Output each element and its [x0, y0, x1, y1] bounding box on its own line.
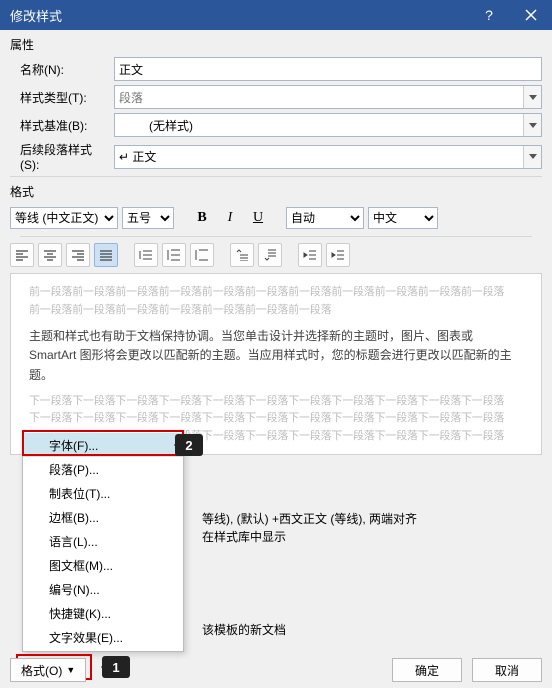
space-before-inc-icon — [235, 249, 249, 261]
help-button[interactable]: ? — [468, 0, 510, 30]
spacing-2-icon — [195, 249, 209, 261]
dialog-footer: 格式(O) ▼ 确定 取消 — [0, 658, 552, 682]
preview-panel: 前一段落前一段落前一段落前一段落前一段落前一段落前一段落前一段落前一段落前一段落… — [10, 273, 542, 455]
spacing-1-icon — [139, 249, 153, 261]
properties-legend: 属性 — [10, 36, 542, 53]
name-label: 名称(N): — [10, 61, 110, 78]
preview-prev-2: 前一段落前一段落前一段落前一段落前一段落前一段落前一段落 — [29, 302, 531, 320]
underline-icon: U — [253, 210, 263, 226]
next-style-value: ↵ 正文 — [115, 146, 523, 168]
line-spacing-15-button[interactable] — [162, 243, 186, 267]
align-left-button[interactable] — [10, 243, 34, 267]
properties-group: 属性 名称(N): 样式类型(T): 段落 样式基准(B): (无样式) 后续段… — [10, 36, 542, 172]
align-right-button[interactable] — [66, 243, 90, 267]
para-toolbar — [10, 243, 542, 267]
align-right-icon — [71, 249, 85, 261]
chevron-down-icon — [523, 114, 541, 136]
indent-dec-icon — [303, 249, 317, 261]
preview-body: 主题和样式也有助于文档保持协调。当您单击设计并选择新的主题时，图片、图表或 Sm… — [29, 327, 523, 385]
ok-button[interactable]: 确定 — [392, 658, 462, 682]
close-button[interactable] — [510, 0, 552, 30]
style-base-value: (无样式) — [115, 114, 523, 136]
space-before-dec-button[interactable] — [258, 243, 282, 267]
format-group: 格式 等线 (中文正文) 五号 B I U 自动 中文 — [10, 183, 542, 267]
line-spacing-2-button[interactable] — [190, 243, 214, 267]
menu-font[interactable]: 字体(F)... — [23, 433, 183, 457]
divider — [10, 176, 542, 177]
style-type-value: 段落 — [115, 86, 523, 108]
dialog-title: 修改样式 — [10, 6, 468, 25]
style-desc-line-1: 等线), (默认) +西文正文 (等线), 两端对齐 — [202, 510, 417, 527]
align-left-icon — [15, 249, 29, 261]
row-name: 名称(N): — [10, 57, 542, 81]
align-justify-icon — [99, 249, 113, 261]
font-select[interactable]: 等线 (中文正文) — [10, 207, 118, 229]
italic-icon: I — [228, 210, 233, 226]
script-select[interactable]: 中文 — [368, 207, 438, 229]
underline-button[interactable]: U — [246, 206, 270, 230]
menu-text-effects[interactable]: 文字效果(E)... — [23, 625, 183, 649]
style-type-select[interactable]: 段落 — [114, 85, 542, 109]
indent-inc-icon — [331, 249, 345, 261]
style-base-label: 样式基准(B): — [10, 117, 110, 134]
format-legend: 格式 — [10, 183, 542, 200]
align-center-icon — [43, 249, 57, 261]
row-style-base: 样式基准(B): (无样式) — [10, 113, 542, 137]
titlebar: 修改样式 ? — [0, 0, 552, 30]
menu-language[interactable]: 语言(L)... — [23, 529, 183, 553]
chevron-down-icon — [523, 146, 541, 168]
chevron-down-icon — [523, 86, 541, 108]
space-before-dec-icon — [263, 249, 277, 261]
format-button[interactable]: 格式(O) ▼ — [10, 658, 86, 682]
font-color-select[interactable]: 自动 — [286, 207, 364, 229]
font-toolbar: 等线 (中文正文) 五号 B I U 自动 中文 — [10, 206, 542, 230]
toolbar-divider — [20, 236, 532, 237]
bold-button[interactable]: B — [190, 206, 214, 230]
cancel-button[interactable]: 取消 — [472, 658, 542, 682]
menu-frame[interactable]: 图文框(M)... — [23, 553, 183, 577]
row-style-type: 样式类型(T): 段落 — [10, 85, 542, 109]
font-size-select[interactable]: 五号 — [122, 207, 174, 229]
style-base-select[interactable]: (无样式) — [114, 113, 542, 137]
align-center-button[interactable] — [38, 243, 62, 267]
close-icon — [525, 9, 537, 21]
next-style-select[interactable]: ↵ 正文 — [114, 145, 542, 169]
menu-tabs[interactable]: 制表位(T)... — [23, 481, 183, 505]
spacing-15-icon — [167, 249, 181, 261]
indent-dec-button[interactable] — [298, 243, 322, 267]
preview-prev-1: 前一段落前一段落前一段落前一段落前一段落前一段落前一段落前一段落前一段落前一段落… — [29, 284, 531, 302]
chevron-down-icon: ▼ — [66, 665, 75, 675]
line-spacing-1-button[interactable] — [134, 243, 158, 267]
menu-border[interactable]: 边框(B)... — [23, 505, 183, 529]
format-menu: 字体(F)... 段落(P)... 制表位(T)... 边框(B)... 语言(… — [22, 430, 184, 652]
align-justify-button[interactable] — [94, 243, 118, 267]
preview-next-1: 下一段落下一段落下一段落下一段落下一段落下一段落下一段落下一段落下一段落下一段落… — [29, 393, 531, 411]
name-input[interactable] — [114, 57, 542, 81]
row-next-style: 后续段落样式(S): ↵ 正文 — [10, 141, 542, 172]
next-style-label: 后续段落样式(S): — [10, 141, 110, 172]
radio-template-label: 该模板的新文档 — [202, 621, 286, 638]
menu-shortcut[interactable]: 快捷键(K)... — [23, 601, 183, 625]
menu-numbering[interactable]: 编号(N)... — [23, 577, 183, 601]
bold-icon: B — [197, 210, 206, 226]
style-type-label: 样式类型(T): — [10, 89, 110, 106]
italic-button[interactable]: I — [218, 206, 242, 230]
space-before-inc-button[interactable] — [230, 243, 254, 267]
indent-inc-button[interactable] — [326, 243, 350, 267]
menu-paragraph[interactable]: 段落(P)... — [23, 457, 183, 481]
preview-next-2: 下一段落下一段落下一段落下一段落下一段落下一段落下一段落下一段落下一段落下一段落… — [29, 410, 531, 428]
style-desc-line-2: 在样式库中显示 — [202, 528, 286, 545]
